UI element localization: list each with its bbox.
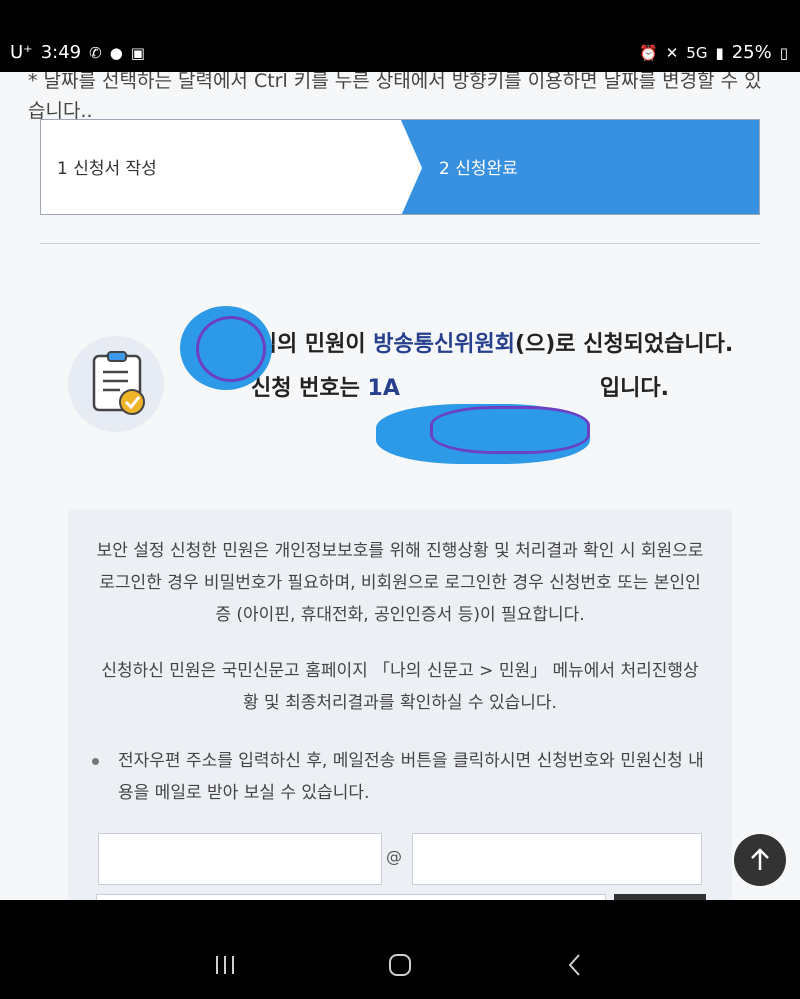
tracking-notice: 신청하신 민원은 국민신문고 홈페이지 「나의 신문고 > 민원」 메뉴에서 처… (101, 661, 699, 713)
redaction-scribble-outline (196, 316, 266, 382)
step-write: 1 신청서 작성 (57, 159, 157, 179)
number-suffix: 입니다. (599, 376, 669, 401)
calendar-note: * 날짜를 선택하는 달력에서 Ctrl 키를 누른 상태에서 방향키를 이용하… (28, 72, 762, 122)
status-bar: U⁺ 3:49 ✆ ● ▣ ⏰ ✕ 5G ▮ 25% ▯ (0, 34, 800, 72)
missed-call-icon: ✆ (89, 43, 102, 62)
bullet-icon (92, 758, 99, 765)
alarm-icon: ⏰ (639, 43, 658, 62)
top-black-band (0, 0, 800, 34)
clipboard-check-icon (68, 336, 164, 432)
info-box: 보안 설정 신청한 민원은 개인정보보호를 위해 진행상황 및 처리결과 확인 … (68, 509, 732, 900)
email-domain-input[interactable] (412, 833, 702, 885)
message-part2: (으)로 신청되었습니다. (514, 332, 734, 357)
email-local-input[interactable] (98, 833, 382, 885)
battery-percent: 25% (731, 42, 772, 63)
number-prefix: 신청 번호는 (251, 376, 368, 401)
mute-icon: ✕ (665, 43, 679, 62)
chat-icon: ● (109, 43, 123, 62)
step-complete: 2 신청완료 (439, 159, 518, 179)
back-button[interactable] (550, 950, 600, 987)
recent-apps-button[interactable] (200, 950, 250, 987)
home-icon (389, 954, 411, 976)
security-notice: 보안 설정 신청한 민원은 개인정보보호를 위해 진행상황 및 처리결과 확인 … (96, 541, 704, 625)
divider (40, 243, 760, 244)
recents-icon (216, 956, 234, 974)
at-sign: @ (386, 847, 402, 866)
message-part1: 님의 민원이 (256, 332, 374, 357)
signal-icon: ▮ (715, 43, 724, 62)
back-arrow-icon (568, 954, 580, 976)
bottom-black-band (0, 900, 800, 936)
email-instructions: 전자우편 주소를 입력하신 후, 메일전송 버튼을 클릭하시면 신청번호와 민원… (118, 751, 704, 803)
home-button[interactable] (375, 950, 425, 987)
arrow-up-icon (751, 848, 769, 870)
progress-steps: 1 신청서 작성 2 신청완료 (40, 119, 760, 215)
battery-icon: ▯ (779, 43, 788, 62)
page-content: * 날짜를 선택하는 달력에서 Ctrl 키를 누른 상태에서 방향키를 이용하… (0, 72, 800, 900)
gallery-icon: ▣ (130, 43, 145, 62)
scroll-to-top-button[interactable] (734, 834, 786, 886)
redaction-scribble-outline (430, 406, 590, 454)
carrier-label: U⁺ (10, 42, 33, 63)
5g-icon: 5G (686, 43, 708, 62)
navigation-bar (0, 936, 800, 999)
application-number: 1A (367, 376, 400, 401)
agency-name: 방송통신위원회 (373, 332, 515, 357)
clock: 3:49 (40, 42, 82, 63)
